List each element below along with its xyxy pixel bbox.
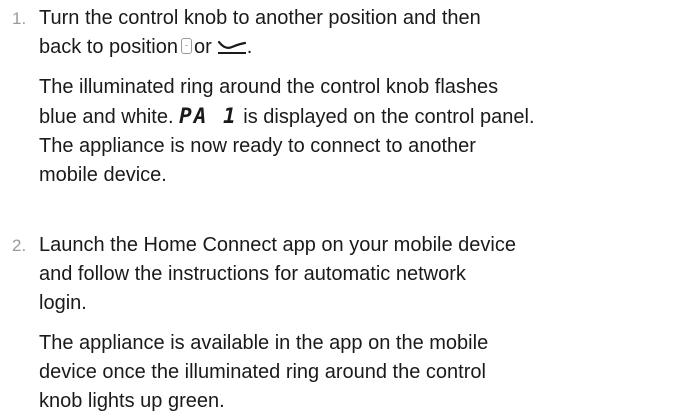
step-2-body: Launch the Home Connect app on your mobi… xyxy=(39,231,697,416)
step-2-result: The appliance is available in the app on… xyxy=(39,329,697,416)
result-line: The appliance is available in the app on… xyxy=(39,332,489,354)
step-1-body: Turn the control knob to another positio… xyxy=(39,4,697,190)
result-line: device once the illuminated ring around … xyxy=(39,361,486,383)
step-1-result: The illuminated ring around the control … xyxy=(39,73,697,190)
instruction-line: Launch the Home Connect app on your mobi… xyxy=(39,234,516,256)
instruction-line: back to position or. xyxy=(39,33,697,62)
instruction-line: login. xyxy=(39,292,87,314)
display-code: PA 1 xyxy=(179,104,238,128)
instruction-fragment: back to position xyxy=(39,36,178,58)
standby-position-icon xyxy=(180,38,192,54)
step-2-instruction: Launch the Home Connect app on your mobi… xyxy=(39,231,697,318)
step-number: 2. xyxy=(12,236,27,255)
instruction-document: 1. Turn the control knob to another posi… xyxy=(0,0,699,417)
result-line: knob lights up green. xyxy=(39,390,225,412)
result-line: mobile device. xyxy=(39,164,167,186)
step-1-instruction: Turn the control knob to another positio… xyxy=(39,4,697,62)
result-fragment: blue and white. xyxy=(39,106,174,128)
step-number: 1. xyxy=(12,9,27,28)
result-fragment: is displayed on the control panel. xyxy=(243,106,535,128)
instruction-fragment: or xyxy=(193,36,212,58)
instruction-line: and follow the instructions for automati… xyxy=(39,263,466,285)
instruction-line: Turn the control knob to another positio… xyxy=(39,7,481,29)
instruction-fragment: . xyxy=(246,36,253,58)
result-line: The illuminated ring around the control … xyxy=(39,76,499,98)
result-line: blue and white. PA 1 is displayed on the… xyxy=(39,102,697,132)
wifi-connect-position-icon xyxy=(217,40,246,54)
result-line: The appliance is now ready to connect to… xyxy=(39,135,476,157)
